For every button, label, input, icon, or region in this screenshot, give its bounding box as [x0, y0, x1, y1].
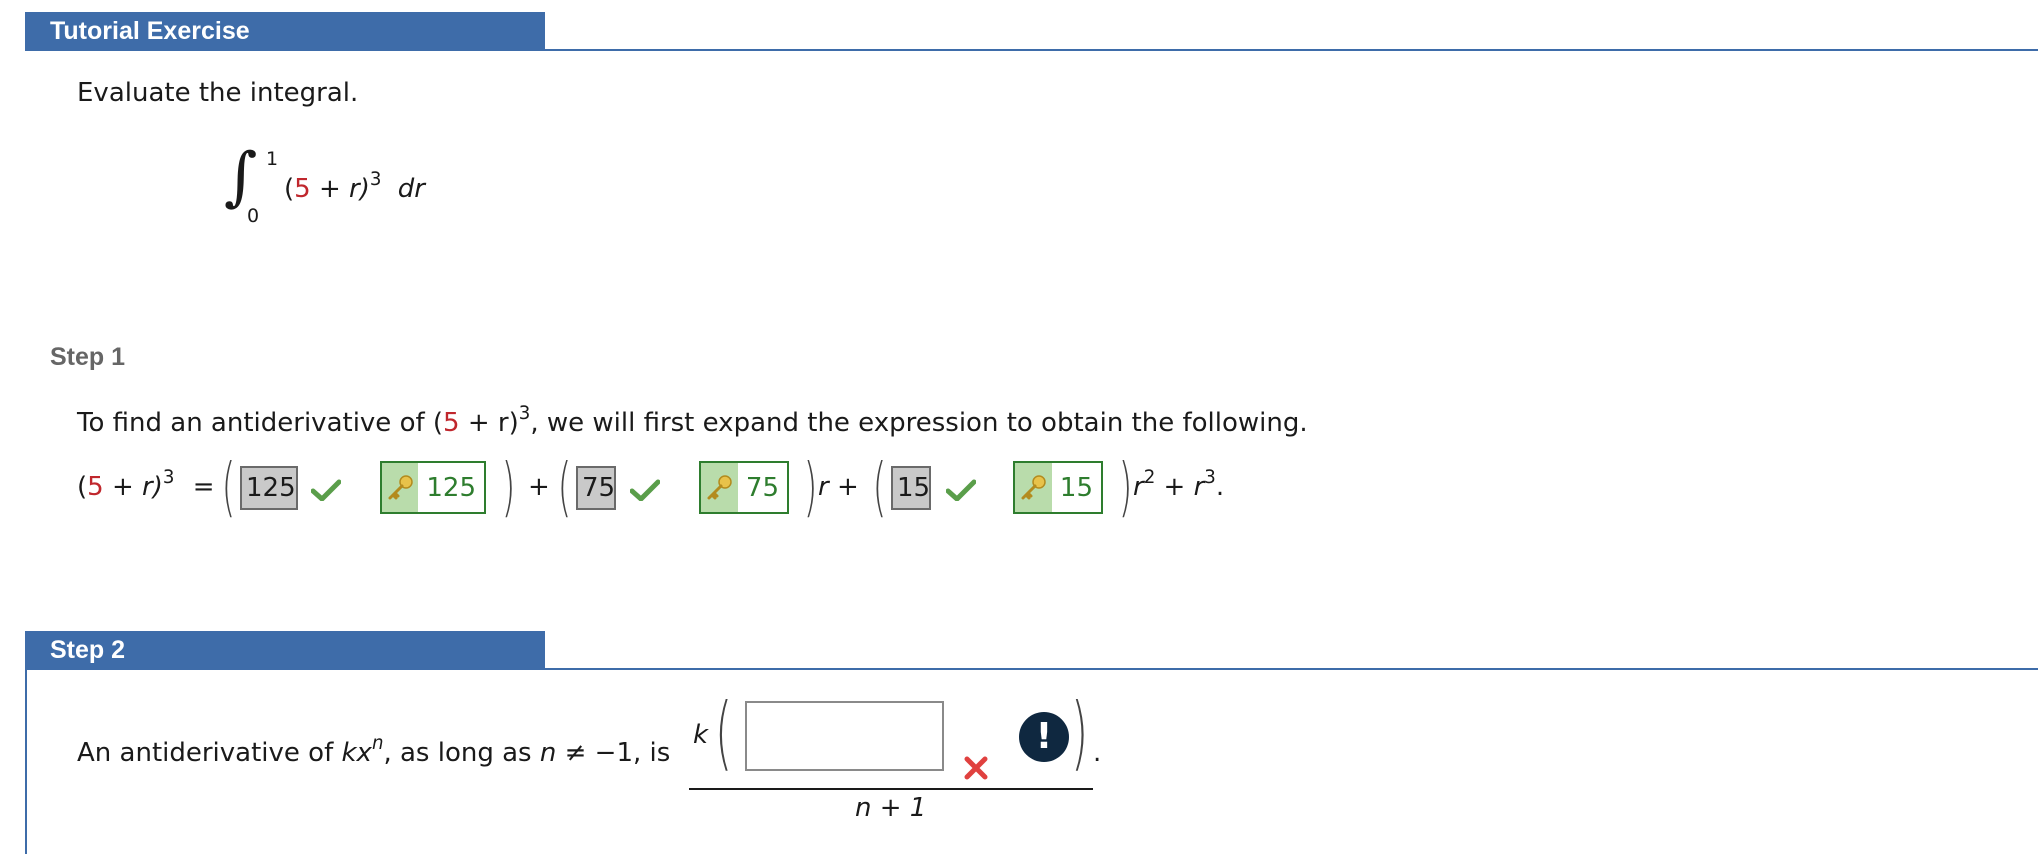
- expansion-tail: r2 + r3.: [1133, 467, 1225, 502]
- paren-close-3: ): [1118, 451, 1133, 525]
- answer-key-r-coefficient: 75: [699, 461, 789, 514]
- answer-input-constant[interactable]: 125: [240, 466, 298, 510]
- tutorial-header: Tutorial Exercise: [25, 12, 545, 51]
- paren-close-step2: ): [1071, 686, 1089, 779]
- wrong-x-icon: [964, 756, 988, 780]
- integrand: (5 + r)3 dr: [284, 169, 425, 204]
- tutorial-title: Tutorial Exercise: [50, 17, 250, 45]
- plus-sign: +: [528, 472, 550, 502]
- answer-input-r2-coefficient[interactable]: 15: [891, 466, 931, 510]
- paren-open-1: (: [221, 451, 236, 525]
- answer-key-constant: 125: [380, 461, 486, 514]
- key-icon: [701, 463, 738, 512]
- key-icon: [1015, 463, 1052, 512]
- step2-rule: [25, 668, 2038, 670]
- paren-close-1: ): [501, 451, 516, 525]
- paren-open-step2: (: [715, 686, 733, 779]
- problem-instruction: Evaluate the integral.: [77, 78, 359, 108]
- fraction-denominator: n + 1: [855, 793, 927, 823]
- header-rule: [25, 49, 2038, 51]
- expansion-lhs: (5 + r)3 =: [77, 467, 215, 502]
- check-icon: [630, 479, 660, 501]
- step1-sentence: To find an antiderivative of (5 + r)3, w…: [77, 403, 1308, 438]
- check-icon: [311, 479, 341, 501]
- fraction-k: k: [693, 720, 709, 750]
- key-icon: [382, 463, 419, 512]
- step1-label: Step 1: [50, 343, 126, 371]
- alert-icon[interactable]: !: [1019, 712, 1069, 762]
- check-icon: [946, 479, 976, 501]
- step2-header: Step 2: [25, 631, 545, 670]
- antiderivative-input[interactable]: [745, 701, 944, 771]
- answer-input-r-coefficient[interactable]: 75: [576, 466, 616, 510]
- integral-upper-limit: 1: [266, 148, 279, 170]
- step2-period: .: [1093, 738, 1102, 768]
- integral-sign: ∫: [224, 140, 258, 214]
- paren-open-3: (: [872, 451, 887, 525]
- r-plus: r +: [818, 472, 859, 502]
- step2-label: Step 2: [50, 636, 126, 664]
- paren-close-2: ): [803, 451, 818, 525]
- integral-lower-limit: 0: [247, 205, 260, 227]
- step2-sentence: An antiderivative of kxn, as long as n ≠…: [77, 733, 671, 768]
- step2-frame-left: [25, 670, 27, 854]
- answer-key-r2-coefficient: 15: [1013, 461, 1103, 514]
- paren-open-2: (: [557, 451, 572, 525]
- fraction-bar: [689, 788, 1093, 790]
